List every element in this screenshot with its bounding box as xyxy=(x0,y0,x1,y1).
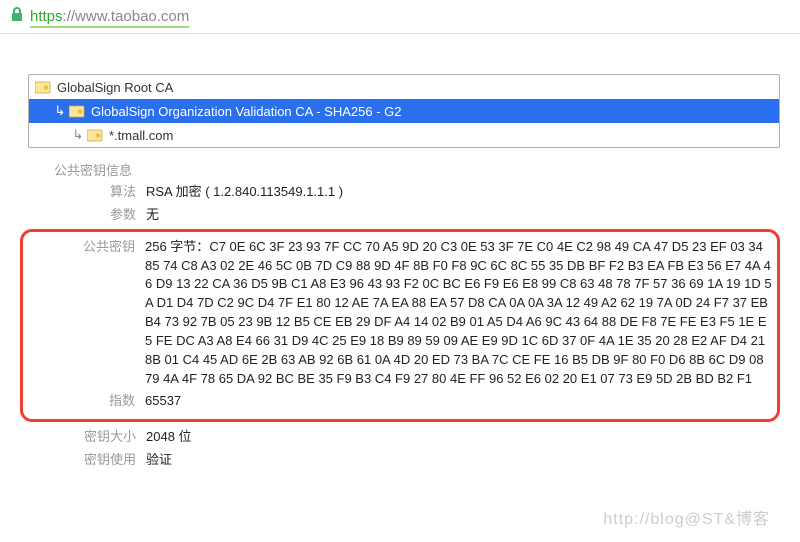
value-key-usage: 验证 xyxy=(146,451,172,470)
label-key-usage: 密钥使用 xyxy=(28,451,146,470)
value-key-size: 2048 位 xyxy=(146,428,192,447)
address-bar: https://www.taobao.com xyxy=(0,0,800,34)
value-algorithm: RSA 加密 ( 1.2.840.113549.1.1.1 ) xyxy=(146,183,343,202)
lock-icon xyxy=(10,6,24,27)
value-parameters: 无 xyxy=(146,206,159,225)
row-key-size: 密钥大小 2048 位 xyxy=(28,428,780,447)
url-scheme: https xyxy=(30,8,63,28)
cert-chain-label: GlobalSign Organization Validation CA - … xyxy=(91,104,401,119)
section-title-pubkey-info: 公共密钥信息 xyxy=(54,160,780,179)
cert-details: 公共密钥信息 算法 RSA 加密 ( 1.2.840.113549.1.1.1 … xyxy=(28,160,780,470)
row-parameters: 参数 无 xyxy=(28,206,780,225)
label-algorithm: 算法 xyxy=(28,183,146,202)
cert-chain-row-root[interactable]: GlobalSign Root CA xyxy=(29,75,779,99)
certificate-icon xyxy=(87,128,103,142)
label-key-size: 密钥大小 xyxy=(28,428,146,447)
cert-chain-panel: GlobalSign Root CA ↳ GlobalSign Organiza… xyxy=(28,74,780,148)
cert-chain-label: GlobalSign Root CA xyxy=(57,80,173,95)
cert-chain-row-intermediate[interactable]: ↳ GlobalSign Organization Validation CA … xyxy=(29,99,779,123)
label-exponent: 指数 xyxy=(27,392,145,411)
url-text[interactable]: https://www.taobao.com xyxy=(30,8,189,25)
value-public-key: 256 字节：C7 0E 6C 3F 23 93 7F CC 70 A5 9D … xyxy=(145,238,773,389)
tree-arrow-icon: ↳ xyxy=(53,103,67,119)
row-algorithm: 算法 RSA 加密 ( 1.2.840.113549.1.1.1 ) xyxy=(28,183,780,202)
label-parameters: 参数 xyxy=(28,206,146,225)
row-exponent: 指数 65537 xyxy=(27,392,773,411)
tree-arrow-icon: ↳ xyxy=(71,127,85,143)
row-public-key: 公共密钥 256 字节：C7 0E 6C 3F 23 93 7F CC 70 A… xyxy=(27,238,773,389)
cert-chain-row-leaf[interactable]: ↳ *.tmall.com xyxy=(29,123,779,147)
certificate-icon xyxy=(69,104,85,118)
label-public-key: 公共密钥 xyxy=(27,238,145,257)
pubkey-highlight-box: 公共密钥 256 字节：C7 0E 6C 3F 23 93 7F CC 70 A… xyxy=(20,229,780,423)
certificate-icon xyxy=(35,80,51,94)
watermark-text: http://blog@ST&博客 xyxy=(603,505,770,529)
value-exponent: 65537 xyxy=(145,392,181,411)
cert-chain-label: *.tmall.com xyxy=(109,128,173,143)
row-key-usage: 密钥使用 验证 xyxy=(28,451,780,470)
url-rest: ://www.taobao.com xyxy=(63,8,190,28)
